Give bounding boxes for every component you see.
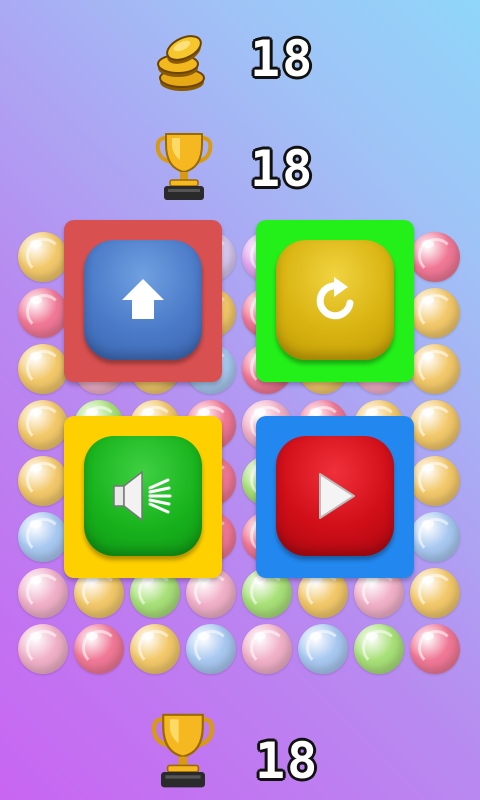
ball	[186, 624, 236, 674]
trophy-icon	[150, 710, 216, 790]
sound-tile[interactable]	[64, 416, 222, 578]
ball	[18, 456, 68, 506]
ball	[18, 400, 68, 450]
best-score: 18	[250, 140, 315, 198]
coin-count: 18	[250, 30, 315, 88]
ball	[410, 288, 460, 338]
restart-icon	[316, 277, 354, 320]
ball	[18, 344, 68, 394]
last-score: 18	[255, 732, 320, 790]
play-button[interactable]	[276, 436, 394, 556]
play-tile[interactable]	[256, 416, 414, 578]
house-icon	[122, 279, 164, 319]
ball	[242, 624, 292, 674]
ball	[410, 232, 460, 282]
home-tile[interactable]	[64, 220, 222, 382]
sound-button[interactable]	[84, 436, 202, 556]
restart-tile[interactable]	[256, 220, 414, 382]
ball	[18, 512, 68, 562]
restart-button[interactable]	[276, 240, 394, 360]
ball	[410, 344, 460, 394]
home-button[interactable]	[84, 240, 202, 360]
ball	[410, 568, 460, 618]
ball	[410, 400, 460, 450]
ball	[18, 624, 68, 674]
ball	[410, 512, 460, 562]
ball	[74, 624, 124, 674]
coin-stack-icon	[152, 30, 212, 94]
play-icon	[319, 473, 355, 519]
ball	[410, 624, 460, 674]
ball	[130, 624, 180, 674]
ball	[354, 624, 404, 674]
ball	[18, 568, 68, 618]
ball	[410, 456, 460, 506]
speaker-icon	[113, 470, 172, 522]
trophy-icon	[154, 130, 214, 202]
ball	[298, 624, 348, 674]
ball	[18, 232, 68, 282]
ball	[18, 288, 68, 338]
